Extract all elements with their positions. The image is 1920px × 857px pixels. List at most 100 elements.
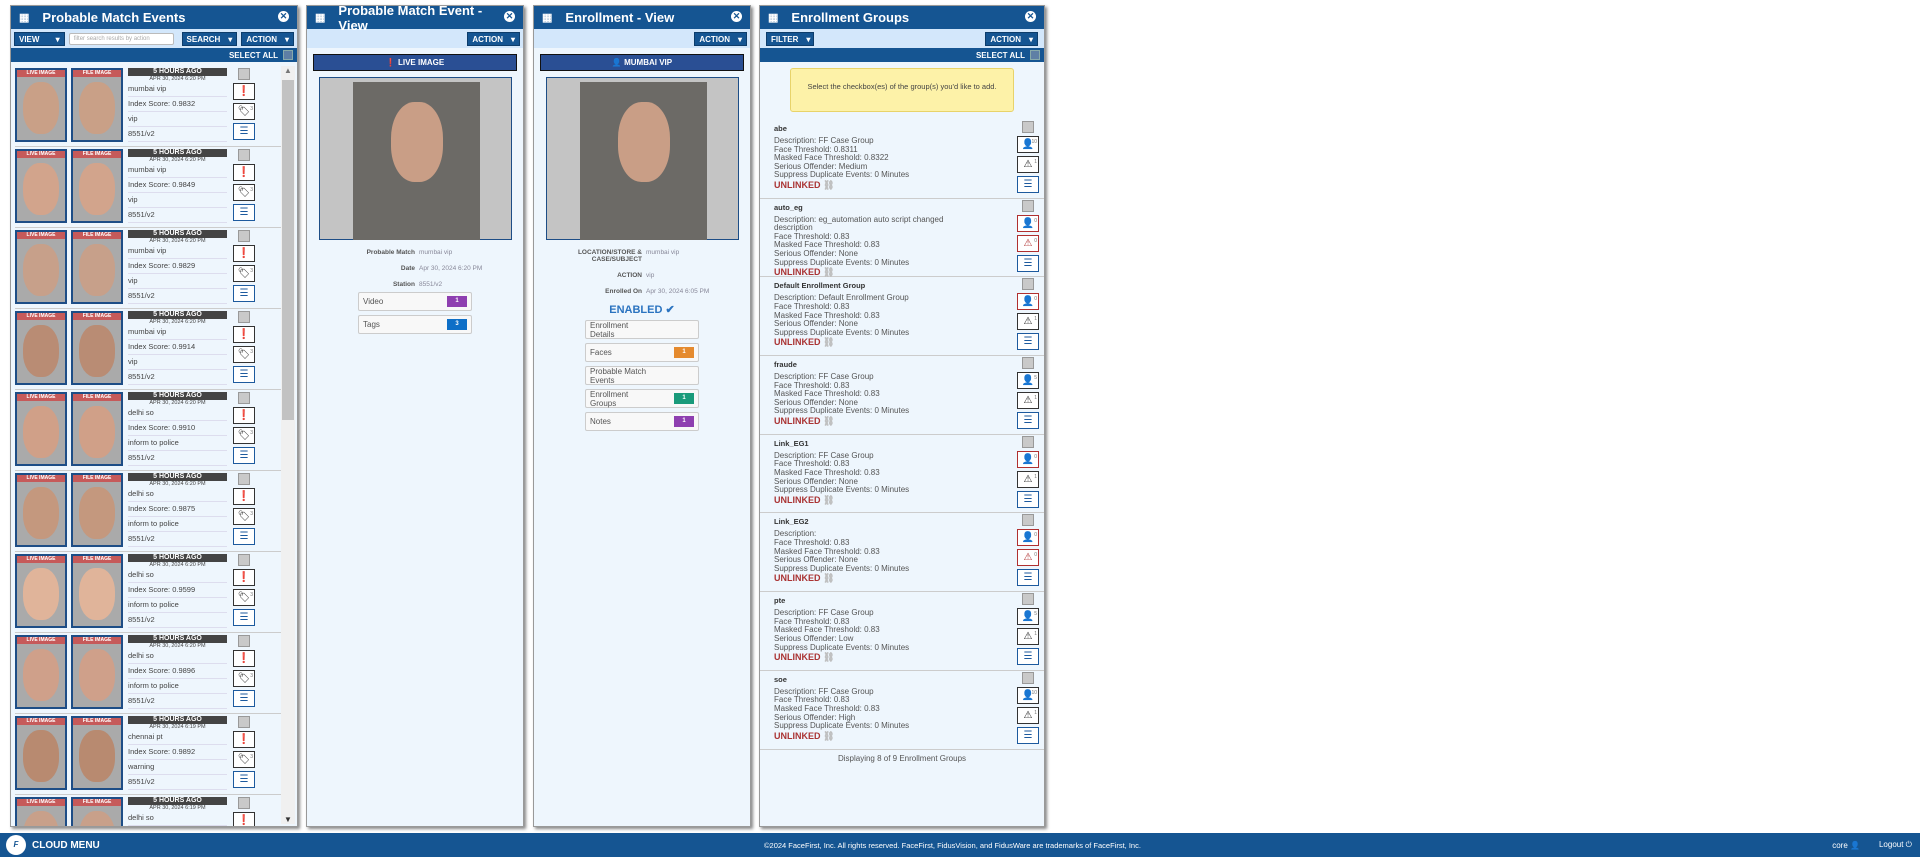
event-row[interactable]: LIVE IMAGE FILE IMAGE 5 HOURS AGO APR 30… <box>15 228 283 309</box>
menu-button[interactable]: ☰ <box>1017 648 1039 666</box>
tags-button[interactable]: 🏷 3 <box>233 589 255 606</box>
enrollments-button[interactable]: 👤 0 <box>1017 214 1039 232</box>
facefirst-logo-icon[interactable]: F <box>6 835 26 855</box>
alert-button[interactable]: ❗ <box>233 731 255 748</box>
close-icon[interactable]: ✕ <box>1025 11 1036 22</box>
alert-button[interactable]: ❗ <box>233 407 255 424</box>
scroll-up-icon[interactable]: ▲ <box>281 66 295 75</box>
alerts-button[interactable]: ⚠ 1 <box>1017 628 1039 646</box>
group-checkbox[interactable] <box>1022 593 1034 606</box>
alert-button[interactable]: ❗ <box>233 164 255 181</box>
event-row[interactable]: LIVE IMAGE FILE IMAGE 5 HOURS AGO APR 30… <box>15 66 283 147</box>
menu-button[interactable]: ☰ <box>233 690 255 707</box>
enrollments-button[interactable]: 👤 0 <box>1017 450 1039 468</box>
live-image-thumbnail[interactable]: LIVE IMAGE <box>15 311 67 385</box>
alerts-button[interactable]: ⚠ 1 <box>1017 392 1039 410</box>
group-checkbox[interactable] <box>1022 357 1034 370</box>
enrollments-button[interactable]: 👤 10 <box>1017 686 1039 704</box>
event-row[interactable]: LIVE IMAGE FILE IMAGE 5 HOURS AGO APR 30… <box>15 552 283 633</box>
live-image-thumbnail[interactable]: LIVE IMAGE <box>15 392 67 466</box>
alert-button[interactable]: ❗ <box>233 569 255 586</box>
enrollments-button[interactable]: 👤 5 <box>1017 372 1039 390</box>
menu-button[interactable]: ☰ <box>233 123 255 140</box>
filter-dropdown[interactable]: FILTER ▾ <box>766 31 814 46</box>
scrollbar[interactable]: ▲ ▼ <box>281 66 295 824</box>
menu-button[interactable]: ☰ <box>233 447 255 464</box>
action-dropdown[interactable]: ACTION ▾ <box>694 31 747 46</box>
tags-button[interactable]: 🏷 3 <box>233 265 255 282</box>
menu-button[interactable]: ☰ <box>233 285 255 302</box>
row-checkbox[interactable] <box>238 635 250 647</box>
close-icon[interactable]: ✕ <box>278 11 289 22</box>
row-checkbox[interactable] <box>238 716 250 728</box>
search-input[interactable]: filter search results by action <box>68 32 174 45</box>
event-row[interactable]: LIVE IMAGE FILE IMAGE 5 HOURS AGO APR 30… <box>15 471 283 552</box>
group-checkbox[interactable] <box>1022 671 1034 684</box>
alerts-button[interactable]: ⚠ 1 <box>1017 313 1039 331</box>
event-row[interactable]: LIVE IMAGE FILE IMAGE 5 HOURS AGO APR 30… <box>15 795 283 826</box>
enrollments-button[interactable]: 👤 0 <box>1017 293 1039 311</box>
row-checkbox[interactable] <box>238 473 250 485</box>
link-button[interactable]: Tags 3 <box>358 315 472 334</box>
close-icon[interactable]: ✕ <box>504 11 515 22</box>
file-image-thumbnail[interactable]: FILE IMAGE <box>71 392 123 466</box>
close-icon[interactable]: ✕ <box>731 11 742 22</box>
menu-button[interactable]: ☰ <box>233 204 255 221</box>
live-image-thumbnail[interactable]: LIVE IMAGE <box>15 473 67 547</box>
file-image-thumbnail[interactable]: FILE IMAGE <box>71 797 123 826</box>
cloud-menu-button[interactable]: CLOUD MENU <box>32 840 100 851</box>
alerts-button[interactable]: ⚠ 1 <box>1017 470 1039 488</box>
grid-icon[interactable]: ▦ <box>315 11 325 24</box>
alert-button[interactable]: ❗ <box>233 488 255 505</box>
tags-button[interactable]: 🏷 3 <box>233 346 255 363</box>
link-button[interactable]: Faces 1 <box>585 343 699 362</box>
action-dropdown[interactable]: ACTION ▾ <box>467 31 520 46</box>
alert-button[interactable]: ❗ <box>233 650 255 667</box>
group-checkbox[interactable] <box>1022 121 1034 133</box>
file-image-thumbnail[interactable]: FILE IMAGE <box>71 716 123 790</box>
file-image-thumbnail[interactable]: FILE IMAGE <box>71 149 123 223</box>
enrollments-button[interactable]: 👤 10 <box>1017 136 1039 153</box>
alerts-button[interactable]: ⚠ 1 <box>1017 156 1039 173</box>
file-image-thumbnail[interactable]: FILE IMAGE <box>71 230 123 304</box>
live-image-thumbnail[interactable]: LIVE IMAGE <box>15 554 67 628</box>
action-dropdown[interactable]: ACTION ▾ <box>241 31 294 46</box>
row-checkbox[interactable] <box>238 230 250 242</box>
scroll-thumb[interactable] <box>282 80 294 420</box>
link-button[interactable]: Probable Match Events <box>585 366 699 385</box>
alert-button[interactable]: ❗ <box>233 326 255 343</box>
live-image-thumbnail[interactable]: LIVE IMAGE <box>15 716 67 790</box>
menu-button[interactable]: ☰ <box>1017 726 1039 744</box>
alerts-button[interactable]: ⚠ 0 <box>1017 234 1039 252</box>
live-image-thumbnail[interactable]: LIVE IMAGE <box>15 149 67 223</box>
row-checkbox[interactable] <box>238 392 250 404</box>
view-dropdown[interactable]: VIEW ▾ <box>14 31 65 46</box>
enrollments-button[interactable]: 👤 0 <box>1017 529 1039 547</box>
link-button[interactable]: Enrollment Groups 1 <box>585 389 699 408</box>
search-dropdown[interactable]: SEARCH ▾ <box>181 31 238 46</box>
group-checkbox[interactable] <box>1022 199 1034 212</box>
menu-button[interactable]: ☰ <box>233 609 255 626</box>
row-checkbox[interactable] <box>238 797 250 809</box>
menu-button[interactable]: ☰ <box>233 366 255 383</box>
event-row[interactable]: LIVE IMAGE FILE IMAGE 5 HOURS AGO APR 30… <box>15 633 283 714</box>
grid-icon[interactable]: ▦ <box>768 11 778 24</box>
live-image-thumbnail[interactable]: LIVE IMAGE <box>15 797 67 826</box>
live-image-button[interactable]: ❗ LIVE IMAGE <box>313 54 517 71</box>
alerts-button[interactable]: ⚠ 0 <box>1017 549 1039 567</box>
menu-button[interactable]: ☰ <box>1017 490 1039 508</box>
file-image-thumbnail[interactable]: FILE IMAGE <box>71 68 123 142</box>
event-row[interactable]: LIVE IMAGE FILE IMAGE 5 HOURS AGO APR 30… <box>15 309 283 390</box>
file-image-thumbnail[interactable]: FILE IMAGE <box>71 554 123 628</box>
alert-button[interactable]: ❗ <box>233 83 255 100</box>
select-all-checkbox[interactable] <box>1030 50 1040 60</box>
tags-button[interactable]: 🏷 3 <box>233 427 255 444</box>
alerts-button[interactable]: ⚠ 1 <box>1017 706 1039 724</box>
user-menu[interactable]: core 👤 <box>1832 841 1860 850</box>
select-all-checkbox[interactable] <box>283 50 293 60</box>
tags-button[interactable]: 🏷 3 <box>233 184 255 201</box>
group-checkbox[interactable] <box>1022 435 1034 448</box>
alert-button[interactable]: ❗ <box>233 245 255 262</box>
logout-button[interactable]: Logout ⏻ <box>1879 840 1912 850</box>
grid-icon[interactable]: ▦ <box>19 11 29 24</box>
